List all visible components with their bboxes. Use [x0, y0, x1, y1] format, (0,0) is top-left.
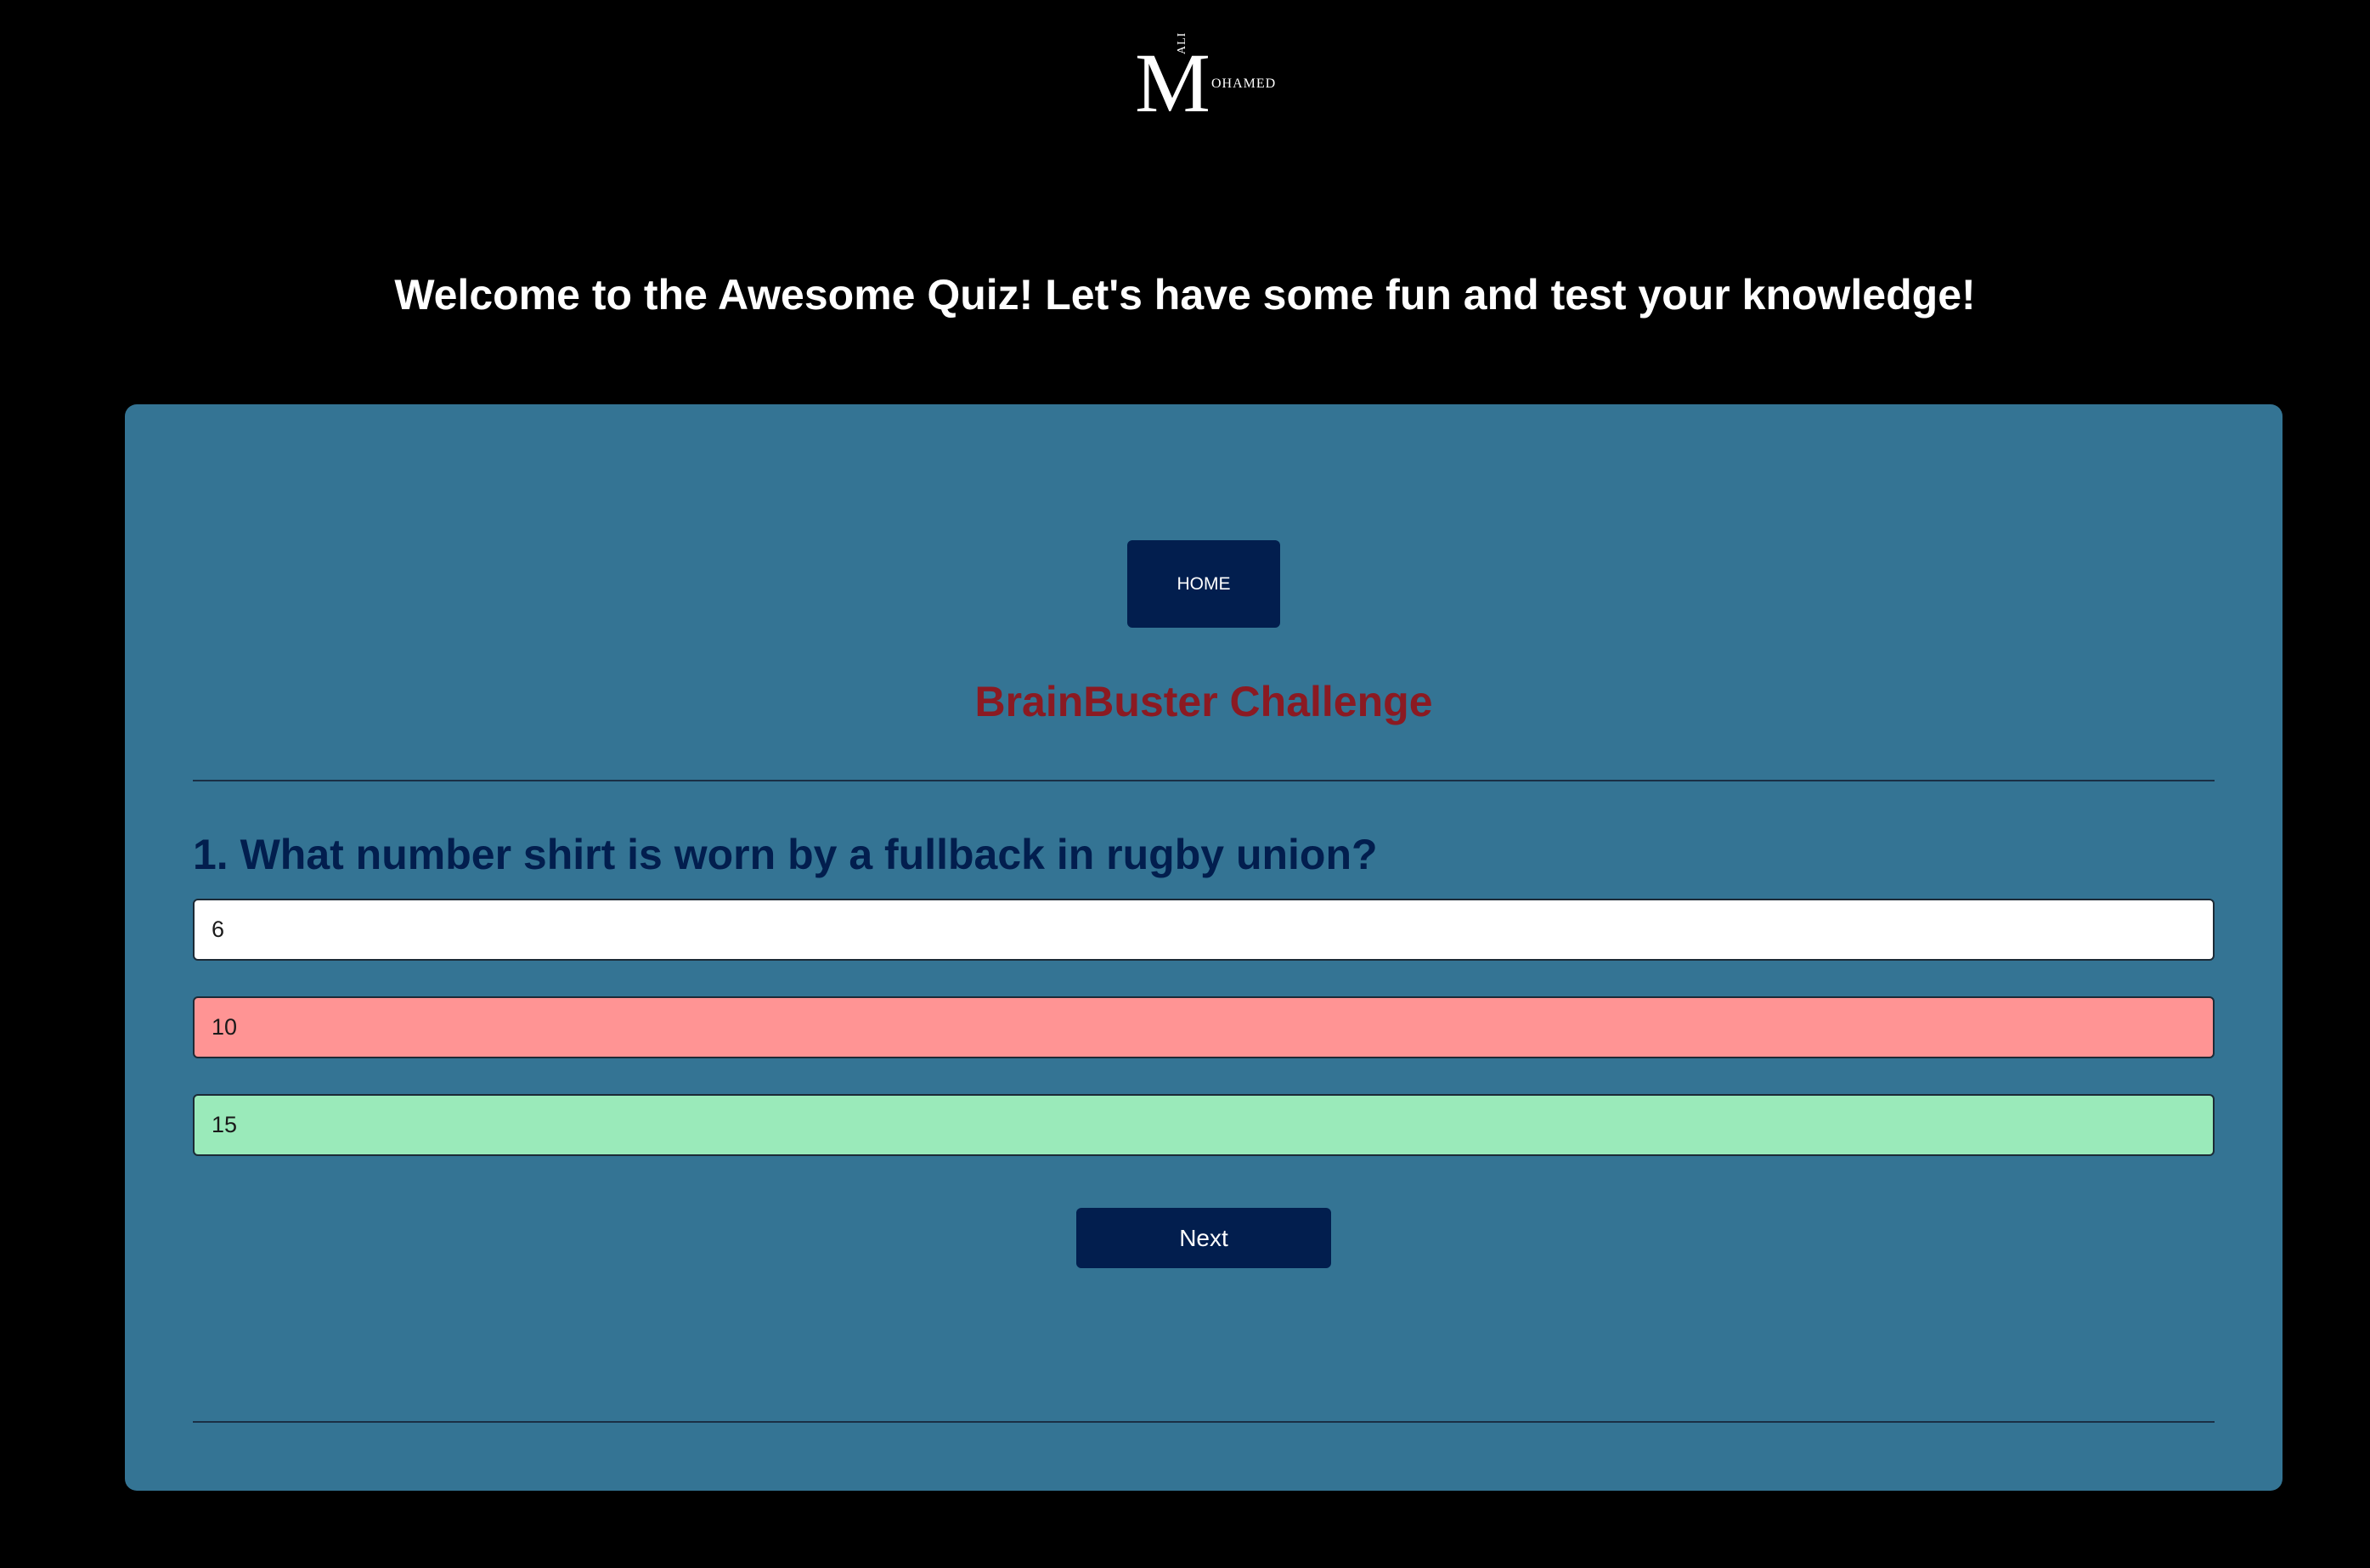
answer-option-label: 6	[212, 917, 225, 942]
quiz-panel: HOME BrainBuster Challenge 1. What numbe…	[125, 404, 2283, 1491]
top-divider	[193, 780, 2215, 781]
logo-vertical-text: ALI	[1176, 31, 1188, 54]
question-text: 1. What number shirt is worn by a fullba…	[193, 831, 1378, 878]
answer-option-label: 15	[212, 1112, 238, 1137]
quiz-title: BrainBuster Challenge	[974, 678, 1433, 725]
welcome-heading: Welcome to the Awesome Quiz! Let's have …	[394, 271, 1976, 319]
home-button[interactable]: HOME	[1127, 540, 1280, 628]
answer-option-1[interactable]: 6	[193, 899, 2215, 961]
brand-logo: M ALI OHAMED	[1135, 32, 1275, 126]
bottom-divider	[193, 1421, 2215, 1423]
next-button[interactable]: Next	[1076, 1208, 1331, 1268]
quiz-page: M ALI OHAMED Welcome to the Awesome Quiz…	[0, 0, 2370, 1568]
answer-option-label: 10	[212, 1014, 238, 1040]
answer-option-2[interactable]: 10	[193, 996, 2215, 1058]
answer-option-3[interactable]: 15	[193, 1094, 2215, 1156]
logo-side-text: OHAMED	[1211, 76, 1277, 91]
logo-letter: M	[1135, 36, 1210, 130]
